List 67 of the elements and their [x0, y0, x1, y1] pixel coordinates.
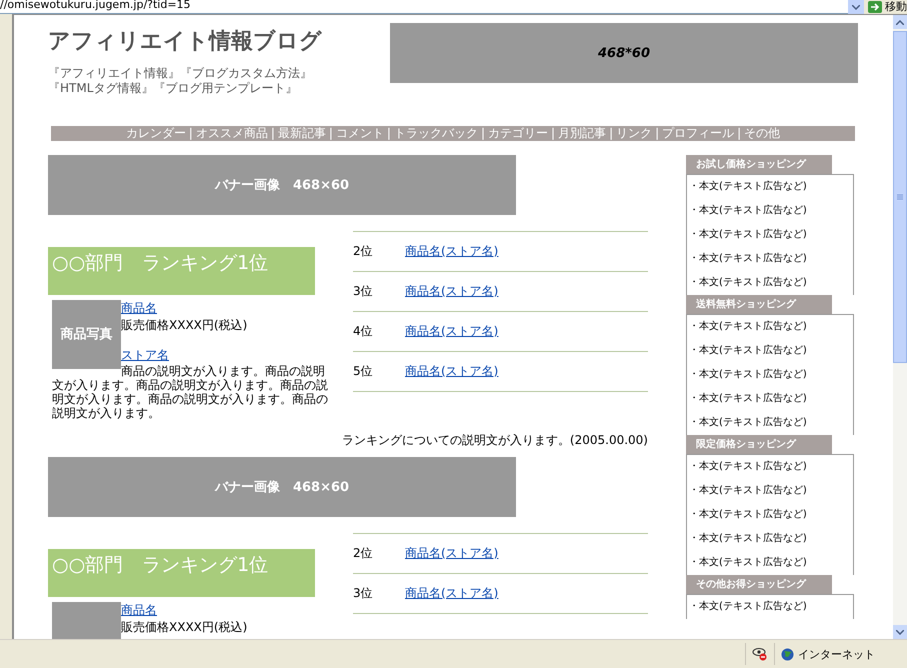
sidebar-ad-text[interactable]: ・本文(テキスト広告など) [687, 363, 853, 387]
blog-title: アフィリエイト情報ブログ [48, 28, 322, 56]
product-name-link[interactable]: 商品名 [121, 602, 157, 619]
rank-label: 3位 [353, 585, 374, 602]
product-price: 販売価格XXXX円(税込) [121, 317, 248, 333]
scroll-thumb[interactable] [893, 31, 907, 363]
store-name-link[interactable]: ストア名 [121, 347, 169, 364]
sidebar-ad-text[interactable]: ・本文(テキスト広告など) [687, 339, 853, 363]
blog-tagline: 『HTMLタグ情報』『ブログ用テンプレート』 [48, 81, 298, 96]
sidebar-ad-text[interactable]: ・本文(テキスト広告など) [687, 223, 853, 247]
rank-label: 2位 [353, 545, 374, 562]
blog-tagline: 『アフィリエイト情報』『ブログカスタム方法』 [48, 66, 313, 81]
nav-separator: | [737, 126, 742, 141]
sidebar-ad-text[interactable]: ・本文(テキスト広告など) [687, 503, 853, 527]
ranking-note: ランキングについての説明文が入ります。(2005.00.00) [340, 432, 648, 449]
product-price: 販売価格XXXX円(税込) [121, 619, 248, 635]
globe-icon [781, 648, 794, 660]
sidebar-heading: 送料無料ショッピング [686, 295, 832, 314]
sidebar-ad-text[interactable]: ・本文(テキスト広告など) [687, 595, 853, 619]
ranked-product-link[interactable]: 商品名(ストア名) [405, 323, 498, 340]
banner-label: バナー画像 468×60 [214, 177, 350, 194]
sidebar-heading: 限定価格ショッピング [686, 435, 832, 454]
rank-label: 5位 [353, 363, 374, 380]
ranked-product-link[interactable]: 商品名(ストア名) [405, 545, 498, 562]
sidebar-ad-text[interactable]: ・本文(テキスト広告など) [687, 551, 853, 575]
nav-separator: | [609, 126, 614, 141]
caret-icon [852, 4, 860, 10]
sidebar-ad-text[interactable]: ・本文(テキスト広告など) [687, 411, 853, 435]
category-heading: ○○部門 ランキング1位 [48, 549, 315, 597]
sidebar-ad-text[interactable]: ・本文(テキスト広告など) [687, 387, 853, 411]
address-field[interactable]: //omisewotukuru.jugem.jp/?tid=15 [0, 0, 848, 14]
ranked-product-link[interactable]: 商品名(ストア名) [405, 363, 498, 380]
sidebar-ad-text[interactable]: ・本文(テキスト広告など) [687, 527, 853, 551]
sidebar-heading: お試し価格ショッピング [686, 155, 832, 174]
ranked-product-link[interactable]: 商品名(ストア名) [405, 283, 498, 300]
sidebar-ad-text[interactable]: ・本文(テキスト広告など) [687, 247, 853, 271]
rank-label: 2位 [353, 243, 374, 260]
nav-separator: | [328, 126, 333, 141]
nav-separator: | [188, 126, 193, 141]
category-heading: ○○部門 ランキング1位 [48, 247, 315, 295]
sidebar-ad-text[interactable]: ・本文(テキスト広告など) [687, 271, 853, 295]
go-button[interactable]: 移動 [864, 0, 907, 14]
sidebar-heading: その他お得ショッピング [686, 575, 832, 594]
arrow-icon [868, 1, 882, 13]
ranked-product-link[interactable]: 商品名(ストア名) [405, 585, 498, 602]
vertical-scrollbar[interactable] [893, 15, 907, 639]
banner-label: バナー画像 468×60 [214, 479, 350, 496]
sidebar-ad-text[interactable]: ・本文(テキスト広告など) [687, 479, 853, 503]
ranked-product-link[interactable]: 商品名(ストア名) [405, 243, 498, 260]
ad-banner: 468*60 [390, 23, 858, 83]
nav-separator: | [270, 126, 275, 141]
nav-separator: | [480, 126, 486, 141]
sidebar-ad-text[interactable]: ・本文(テキスト広告など) [687, 175, 853, 199]
zone-label: インターネット [798, 646, 875, 662]
privacy-eye-icon [752, 647, 768, 661]
sidebar-ad-text[interactable]: ・本文(テキスト広告など) [687, 315, 853, 339]
nav-separator: | [386, 126, 391, 141]
dropdown-button[interactable] [848, 0, 864, 14]
rank-label: 4位 [353, 323, 374, 340]
nav-separator: | [655, 126, 660, 141]
sidebar-ad-text[interactable]: ・本文(テキスト広告など) [687, 199, 853, 223]
rank-label: 3位 [353, 283, 374, 300]
nav-separator: | [551, 126, 556, 141]
sidebar-ad-text[interactable]: ・本文(テキスト広告など) [687, 455, 853, 479]
product-name-link[interactable]: 商品名 [121, 300, 157, 317]
photo-label: 商品写真 [60, 328, 112, 342]
product-description: 商品の説明文が入ります。商品の説明文が入ります。商品の説明文が入ります。商品の説明文が入ります。商品の説明文が入ります。商品の説明文が入ります。 [52, 364, 328, 420]
